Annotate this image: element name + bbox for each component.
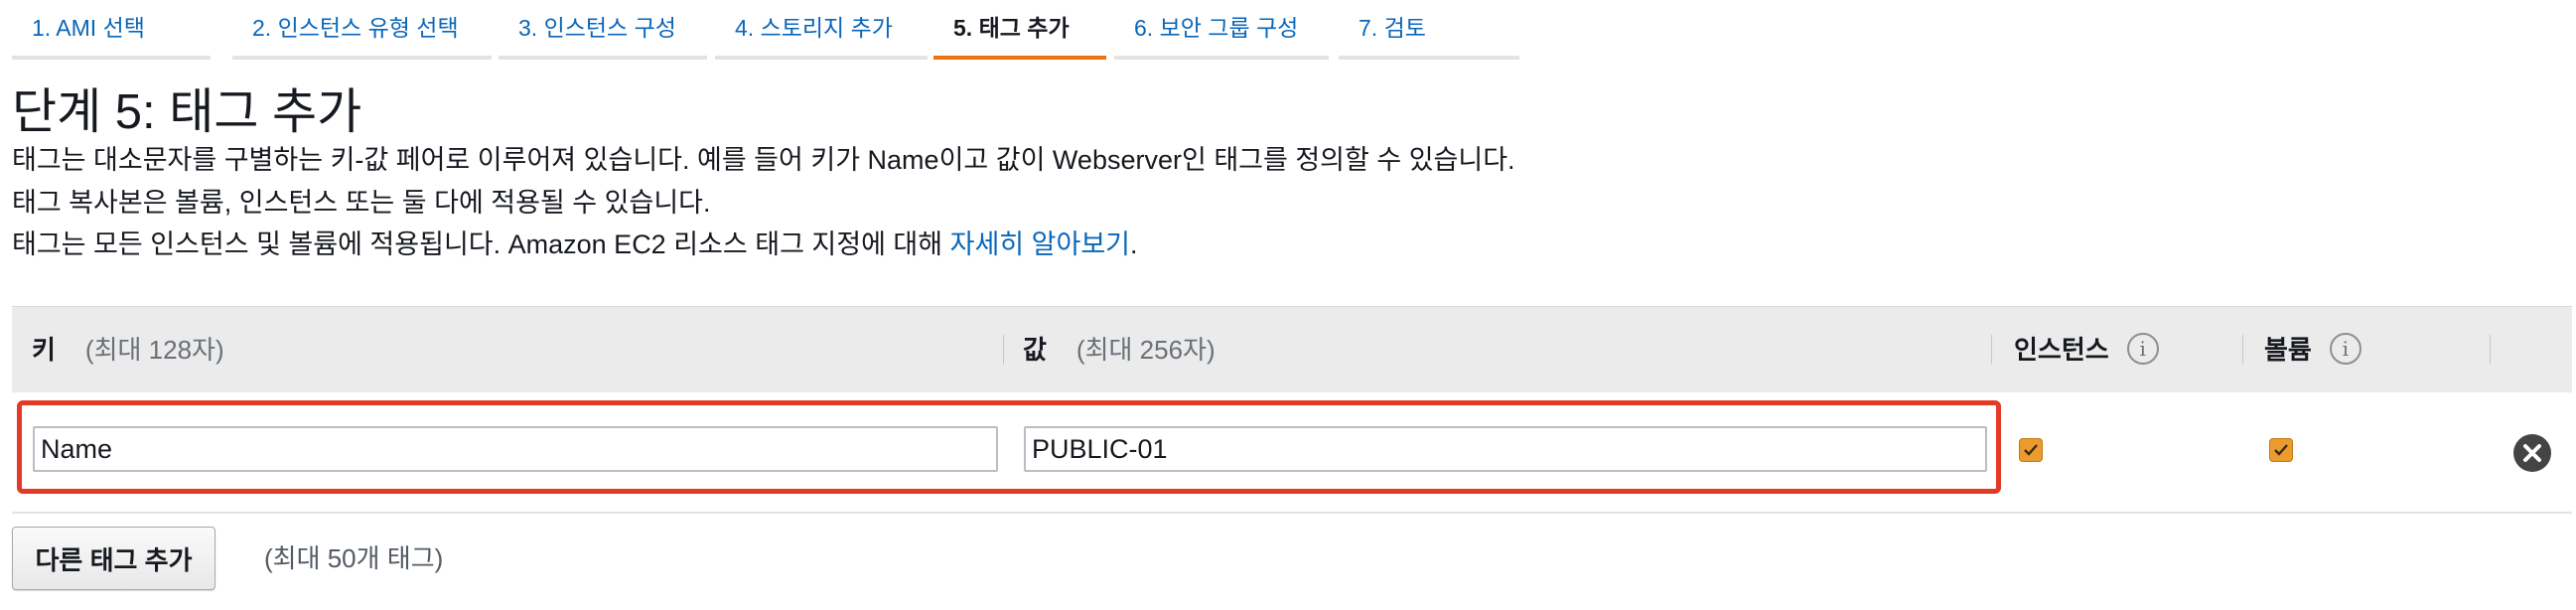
header-value-hint: (최대 256자)	[1075, 335, 1216, 365]
info-icon[interactable]: i	[2329, 333, 2361, 366]
tab-security-group[interactable]: 6. 보안 그룹 구성	[1114, 0, 1329, 60]
description-text: 태그는 모든 인스턴스 및 볼륨에 적용됩니다. Amazon EC2 리소스 …	[12, 229, 943, 259]
tab-instance-type[interactable]: 2. 인스턴스 유형 선택	[232, 0, 492, 60]
header-instances-label: 인스턴스	[2014, 335, 2109, 365]
description-period: .	[1130, 229, 1138, 259]
tab-add-tags[interactable]: 5. 태그 추가	[933, 0, 1106, 60]
column-divider[interactable]	[1991, 335, 1992, 365]
close-icon	[2523, 444, 2541, 462]
header-volumes-label: 볼륨	[2264, 335, 2312, 365]
header-key-label: 키	[32, 335, 56, 365]
header-volumes: 볼륨 i	[2264, 307, 2361, 392]
header-instances: 인스턴스 i	[2014, 307, 2159, 392]
header-value-label: 값	[1023, 335, 1047, 365]
description-line-2: 태그 복사본은 볼륨, 인스턴스 또는 둘 다에 적용될 수 있습니다.	[12, 188, 711, 218]
tab-add-storage[interactable]: 4. 스토리지 추가	[715, 0, 928, 60]
header-value: 값 (최대 256자)	[1023, 307, 1216, 392]
tab-ami-select[interactable]: 1. AMI 선택	[12, 0, 211, 60]
tab-configure-instance[interactable]: 3. 인스턴스 구성	[499, 0, 707, 60]
header-key-hint: (최대 128자)	[84, 335, 224, 365]
description-line-3: 태그는 모든 인스턴스 및 볼륨에 적용됩니다. Amazon EC2 리소스 …	[12, 226, 1138, 263]
add-tag-hint: (최대 50개 태그)	[264, 543, 444, 573]
header-key: 키 (최대 128자)	[32, 307, 224, 392]
tab-review[interactable]: 7. 검토	[1339, 0, 1519, 60]
description-line-1: 태그는 대소문자를 구별하는 키-값 페어로 이루어져 있습니다. 예를 들어 …	[12, 145, 1515, 175]
page-title: 단계 5: 태그 추가	[12, 85, 362, 139]
tags-table-header: 키 (최대 128자) 값 (최대 256자) 인스턴스 i 볼륨 i	[12, 306, 2572, 393]
remove-tag-button[interactable]	[2513, 434, 2551, 472]
volumes-checkbox[interactable]	[2269, 438, 2293, 462]
info-icon[interactable]: i	[2126, 333, 2159, 366]
column-divider[interactable]	[1003, 335, 1004, 365]
checkmark-icon	[2274, 444, 2288, 456]
column-divider[interactable]	[2490, 335, 2491, 365]
learn-more-link[interactable]: 자세히 알아보기	[950, 229, 1130, 259]
add-tag-button[interactable]: 다른 태그 추가	[12, 527, 215, 590]
highlight-box	[17, 400, 2001, 494]
checkmark-icon	[2024, 444, 2038, 456]
instances-checkbox[interactable]	[2019, 438, 2043, 462]
column-divider[interactable]	[2242, 335, 2243, 365]
